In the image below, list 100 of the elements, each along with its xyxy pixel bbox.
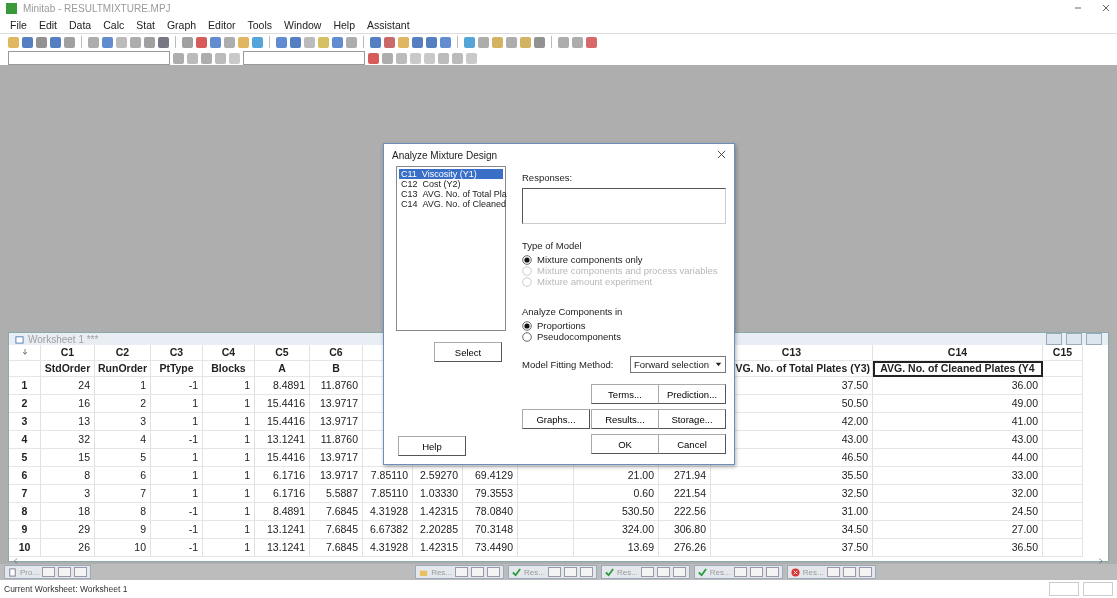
toolbar-icon[interactable] [384, 36, 395, 48]
menu-item[interactable]: Window [284, 18, 322, 31]
toolbar-icon[interactable] [252, 36, 263, 48]
toolbar-icon[interactable] [558, 36, 569, 48]
toolbar-icon[interactable] [534, 36, 545, 48]
variable-list[interactable]: C11 Viscosity (Y1) C12 Cost (Y2) C13 AVG. No. of Total Pla C14 AVG. No. of Cleaned [396, 166, 506, 331]
toolbar-icon[interactable] [224, 36, 235, 48]
toolbar-icon[interactable] [36, 36, 47, 48]
toolbar-icon[interactable] [201, 52, 212, 64]
toolbar-icon[interactable] [290, 36, 301, 48]
dropdown-field[interactable] [243, 51, 365, 65]
storage-button[interactable]: Storage... [658, 409, 726, 429]
toolbar-icon[interactable] [173, 52, 184, 64]
toolbar-icon[interactable] [215, 52, 226, 64]
maximize-button[interactable] [563, 567, 577, 577]
menu-item[interactable]: Assistant [367, 18, 410, 31]
column-name-cell[interactable]: RunOrder [95, 361, 151, 377]
toolbar-icon[interactable] [144, 36, 155, 48]
toolbar-icon[interactable] [492, 36, 503, 48]
toolbar-icon[interactable] [438, 52, 449, 64]
help-button[interactable]: Help [398, 436, 466, 456]
toolbar-icon[interactable] [8, 36, 19, 48]
toolbar-icon[interactable] [426, 36, 437, 48]
variable-item[interactable]: C11 Viscosity (Y1) [399, 169, 503, 179]
toolbar-icon[interactable] [332, 36, 343, 48]
maximize-button[interactable] [656, 567, 670, 577]
close-button[interactable] [858, 567, 872, 577]
toolbar-icon[interactable] [346, 36, 357, 48]
toolbar-icon[interactable] [22, 36, 33, 48]
toolbar-icon[interactable] [210, 36, 221, 48]
toolbar-icon[interactable] [370, 36, 381, 48]
graphs-button[interactable]: Graphs... [522, 409, 590, 429]
menu-item[interactable]: File [10, 18, 27, 31]
cancel-button[interactable]: Cancel [658, 434, 726, 454]
menu-item[interactable]: Tools [247, 18, 273, 31]
radio-option[interactable]: Mixture components only [522, 254, 643, 265]
close-button[interactable] [765, 567, 779, 577]
terms-button[interactable]: Terms... [591, 384, 659, 404]
toolbar-icon[interactable] [182, 36, 193, 48]
variable-item[interactable]: C12 Cost (Y2) [399, 179, 503, 189]
toolbar-icon[interactable] [368, 52, 379, 64]
restore-button[interactable] [826, 567, 840, 577]
ok-button[interactable]: OK [591, 434, 659, 454]
close-button[interactable] [579, 567, 593, 577]
restore-button[interactable] [547, 567, 561, 577]
toolbar-icon[interactable] [50, 36, 61, 48]
menu-item[interactable]: Calc [103, 18, 125, 31]
menu-item[interactable]: Stat [136, 18, 155, 31]
column-name-cell[interactable] [1043, 361, 1083, 377]
menu-item[interactable]: Graph [166, 18, 197, 31]
menu-item[interactable]: Editor [208, 18, 236, 31]
column-name-cell[interactable]: PtType [151, 361, 203, 377]
column-name-cell[interactable]: B [310, 361, 363, 377]
restore-button[interactable] [42, 567, 56, 577]
toolbar-icon[interactable] [318, 36, 329, 48]
toolbar-icon[interactable] [382, 52, 393, 64]
toolbar-icon[interactable] [478, 36, 489, 48]
toolbar-icon[interactable] [196, 36, 207, 48]
close-button[interactable] [672, 567, 686, 577]
results-button[interactable]: Results... [591, 409, 659, 429]
toolbar-icon[interactable] [398, 36, 409, 48]
close-button[interactable] [74, 567, 88, 577]
minimize-button[interactable] [1046, 333, 1062, 345]
dropdown-field[interactable] [8, 51, 170, 65]
maximize-button[interactable] [749, 567, 763, 577]
menu-item[interactable]: Help [333, 18, 355, 31]
column-name-cell[interactable]: StdOrder [41, 361, 95, 377]
menu-item[interactable]: Edit [38, 18, 57, 31]
toolbar-icon[interactable] [464, 36, 475, 48]
toolbar-icon[interactable] [64, 36, 75, 48]
toolbar-icon[interactable] [396, 52, 407, 64]
restore-button[interactable] [1066, 333, 1082, 345]
toolbar-icon[interactable] [506, 36, 517, 48]
toolbar-icon[interactable] [586, 36, 597, 48]
toolbar-icon[interactable] [452, 52, 463, 64]
prediction-button[interactable]: Prediction... [658, 384, 726, 404]
toolbar-icon[interactable] [412, 36, 423, 48]
fitting-method-dropdown[interactable]: Forward selection [630, 356, 726, 373]
toolbar-icon[interactable] [440, 36, 451, 48]
select-button[interactable]: Select [434, 342, 502, 362]
maximize-button[interactable] [471, 567, 485, 577]
maximize-button[interactable] [842, 567, 856, 577]
maximize-button[interactable] [1086, 333, 1102, 345]
menu-item[interactable]: Data [69, 18, 92, 31]
column-name-cell[interactable]: Blocks [203, 361, 255, 377]
toolbar-icon[interactable] [304, 36, 315, 48]
toolbar-icon[interactable] [102, 36, 113, 48]
toolbar-icon[interactable] [88, 36, 99, 48]
column-name-cell[interactable]: AVG. No. of Cleaned Plates (Y4 [873, 361, 1043, 377]
restore-button[interactable] [640, 567, 654, 577]
toolbar-icon[interactable] [158, 36, 169, 48]
column-name-cell[interactable]: A [255, 361, 310, 377]
toolbar-icon[interactable] [187, 52, 198, 64]
restore-button[interactable] [733, 567, 747, 577]
toolbar-icon[interactable] [572, 36, 583, 48]
toolbar-icon[interactable] [130, 36, 141, 48]
restore-button[interactable] [455, 567, 469, 577]
toolbar-icon[interactable] [116, 36, 127, 48]
radio-option[interactable]: Proportions [522, 320, 586, 331]
maximize-button[interactable] [58, 567, 72, 577]
